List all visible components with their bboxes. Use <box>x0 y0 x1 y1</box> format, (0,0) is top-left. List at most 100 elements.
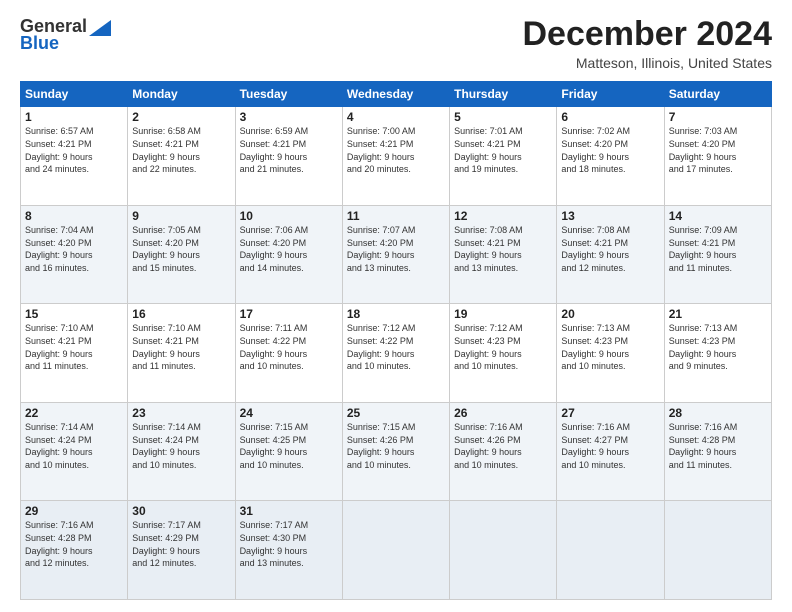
calendar-day-cell <box>342 501 449 600</box>
day-number: 29 <box>25 504 123 518</box>
calendar-week-row: 15Sunrise: 7:10 AMSunset: 4:21 PMDayligh… <box>21 304 772 403</box>
day-info: Sunrise: 7:16 AMSunset: 4:26 PMDaylight:… <box>454 422 523 470</box>
day-number: 7 <box>669 110 767 124</box>
location: Matteson, Illinois, United States <box>522 55 772 71</box>
day-number: 3 <box>240 110 338 124</box>
day-info: Sunrise: 7:07 AMSunset: 4:20 PMDaylight:… <box>347 225 416 273</box>
day-number: 23 <box>132 406 230 420</box>
day-number: 2 <box>132 110 230 124</box>
calendar-week-row: 22 Sunrise: 7:14 AMSunset: 4:24 PMDayligh… <box>21 402 772 501</box>
day-info: Sunrise: 7:04 AMSunset: 4:20 PMDaylight:… <box>25 225 94 273</box>
calendar-day-cell: 22 Sunrise: 7:14 AMSunset: 4:24 PMDayligh… <box>21 402 128 501</box>
day-number: 6 <box>561 110 659 124</box>
calendar-day-cell: 29 Sunrise: 7:16 AMSunset: 4:28 PMDayligh… <box>21 501 128 600</box>
day-info: Sunrise: 7:16 AMSunset: 4:28 PMDaylight:… <box>669 422 738 470</box>
day-info: Sunrise: 7:05 AMSunset: 4:20 PMDaylight:… <box>132 225 201 273</box>
calendar-day-cell: 12 Sunrise: 7:08 AMSunset: 4:21 PMDayligh… <box>450 205 557 304</box>
month-title: December 2024 <box>522 16 772 53</box>
day-number: 8 <box>25 209 123 223</box>
day-number: 20 <box>561 307 659 321</box>
calendar-day-cell: 11 Sunrise: 7:07 AMSunset: 4:20 PMDayligh… <box>342 205 449 304</box>
calendar-header-tuesday: Tuesday <box>235 82 342 107</box>
calendar-week-row: 29 Sunrise: 7:16 AMSunset: 4:28 PMDayligh… <box>21 501 772 600</box>
day-number: 9 <box>132 209 230 223</box>
calendar-day-cell: 30 Sunrise: 7:17 AMSunset: 4:29 PMDayligh… <box>128 501 235 600</box>
calendar-day-cell: 28 Sunrise: 7:16 AMSunset: 4:28 PMDayligh… <box>664 402 771 501</box>
calendar-header-saturday: Saturday <box>664 82 771 107</box>
calendar-day-cell: 19 Sunrise: 7:12 AMSunset: 4:23 PMDayligh… <box>450 304 557 403</box>
page: General Blue December 2024 Matteson, Ill… <box>0 0 792 612</box>
calendar-header-sunday: Sunday <box>21 82 128 107</box>
calendar-day-cell: 17 Sunrise: 7:11 AMSunset: 4:22 PMDayligh… <box>235 304 342 403</box>
day-info: Sunrise: 7:13 AMSunset: 4:23 PMDaylight:… <box>669 323 738 371</box>
day-number: 5 <box>454 110 552 124</box>
day-info: Sunrise: 7:09 AMSunset: 4:21 PMDaylight:… <box>669 225 738 273</box>
day-info: Sunrise: 7:06 AMSunset: 4:20 PMDaylight:… <box>240 225 309 273</box>
day-number: 12 <box>454 209 552 223</box>
calendar-day-cell: 20Sunrise: 7:13 AMSunset: 4:23 PMDayligh… <box>557 304 664 403</box>
day-info: Sunrise: 7:12 AMSunset: 4:22 PMDaylight:… <box>347 323 416 371</box>
day-number: 19 <box>454 307 552 321</box>
day-info: Sunrise: 7:15 AMSunset: 4:25 PMDaylight:… <box>240 422 309 470</box>
day-info: Sunrise: 7:14 AMSunset: 4:24 PMDaylight:… <box>132 422 201 470</box>
day-info: Sunrise: 7:17 AMSunset: 4:29 PMDaylight:… <box>132 520 201 568</box>
calendar-day-cell: 14 Sunrise: 7:09 AMSunset: 4:21 PMDayligh… <box>664 205 771 304</box>
calendar-day-cell: 9 Sunrise: 7:05 AMSunset: 4:20 PMDaylight… <box>128 205 235 304</box>
calendar-header-row: SundayMondayTuesdayWednesdayThursdayFrid… <box>21 82 772 107</box>
day-number: 18 <box>347 307 445 321</box>
calendar-header-friday: Friday <box>557 82 664 107</box>
calendar-day-cell: 21 Sunrise: 7:13 AMSunset: 4:23 PMDayligh… <box>664 304 771 403</box>
day-info: Sunrise: 6:58 AMSunset: 4:21 PMDaylight:… <box>132 126 201 174</box>
day-info: Sunrise: 7:11 AMSunset: 4:22 PMDaylight:… <box>240 323 308 371</box>
calendar-day-cell: 10 Sunrise: 7:06 AMSunset: 4:20 PMDayligh… <box>235 205 342 304</box>
day-number: 10 <box>240 209 338 223</box>
day-number: 27 <box>561 406 659 420</box>
day-info: Sunrise: 7:08 AMSunset: 4:21 PMDaylight:… <box>454 225 523 273</box>
calendar-day-cell: 4Sunrise: 7:00 AMSunset: 4:21 PMDaylight… <box>342 107 449 206</box>
calendar-day-cell: 24 Sunrise: 7:15 AMSunset: 4:25 PMDayligh… <box>235 402 342 501</box>
day-info: Sunrise: 7:12 AMSunset: 4:23 PMDaylight:… <box>454 323 523 371</box>
logo: General Blue <box>20 16 111 54</box>
day-info: Sunrise: 7:15 AMSunset: 4:26 PMDaylight:… <box>347 422 416 470</box>
day-info: Sunrise: 6:57 AMSunset: 4:21 PMDaylight:… <box>25 126 94 174</box>
day-number: 30 <box>132 504 230 518</box>
calendar-day-cell: 15Sunrise: 7:10 AMSunset: 4:21 PMDayligh… <box>21 304 128 403</box>
day-number: 17 <box>240 307 338 321</box>
calendar-day-cell: 27 Sunrise: 7:16 AMSunset: 4:27 PMDayligh… <box>557 402 664 501</box>
title-block: December 2024 Matteson, Illinois, United… <box>522 16 772 71</box>
day-info: Sunrise: 7:03 AMSunset: 4:20 PMDaylight:… <box>669 126 738 174</box>
calendar-day-cell: 1 Sunrise: 6:57 AMSunset: 4:21 PMDaylight… <box>21 107 128 206</box>
day-number: 28 <box>669 406 767 420</box>
day-number: 11 <box>347 209 445 223</box>
day-number: 26 <box>454 406 552 420</box>
day-info: Sunrise: 7:14 AMSunset: 4:24 PMDaylight:… <box>25 422 94 470</box>
day-info: Sunrise: 7:16 AMSunset: 4:28 PMDaylight:… <box>25 520 94 568</box>
day-number: 21 <box>669 307 767 321</box>
calendar-header-monday: Monday <box>128 82 235 107</box>
logo-blue-text: Blue <box>20 33 59 54</box>
day-number: 31 <box>240 504 338 518</box>
day-number: 24 <box>240 406 338 420</box>
calendar-day-cell: 18 Sunrise: 7:12 AMSunset: 4:22 PMDayligh… <box>342 304 449 403</box>
calendar-day-cell: 7 Sunrise: 7:03 AMSunset: 4:20 PMDaylight… <box>664 107 771 206</box>
calendar-week-row: 1 Sunrise: 6:57 AMSunset: 4:21 PMDaylight… <box>21 107 772 206</box>
day-number: 14 <box>669 209 767 223</box>
calendar-day-cell: 2 Sunrise: 6:58 AMSunset: 4:21 PMDaylight… <box>128 107 235 206</box>
calendar-day-cell: 8 Sunrise: 7:04 AMSunset: 4:20 PMDaylight… <box>21 205 128 304</box>
header: General Blue December 2024 Matteson, Ill… <box>20 16 772 71</box>
day-number: 4 <box>347 110 445 124</box>
calendar-day-cell <box>664 501 771 600</box>
day-info: Sunrise: 7:02 AMSunset: 4:20 PMDaylight:… <box>561 126 630 174</box>
calendar-day-cell: 16 Sunrise: 7:10 AMSunset: 4:21 PMDayligh… <box>128 304 235 403</box>
day-number: 25 <box>347 406 445 420</box>
day-number: 1 <box>25 110 123 124</box>
day-info: Sunrise: 7:16 AMSunset: 4:27 PMDaylight:… <box>561 422 630 470</box>
day-number: 22 <box>25 406 123 420</box>
day-info: Sunrise: 7:17 AMSunset: 4:30 PMDaylight:… <box>240 520 309 568</box>
calendar-day-cell: 31 Sunrise: 7:17 AMSunset: 4:30 PMDayligh… <box>235 501 342 600</box>
day-number: 16 <box>132 307 230 321</box>
day-info: Sunrise: 7:08 AMSunset: 4:21 PMDaylight:… <box>561 225 630 273</box>
day-info: Sunrise: 7:10 AMSunset: 4:21 PMDaylight:… <box>132 323 201 371</box>
day-number: 13 <box>561 209 659 223</box>
calendar-day-cell: 6 Sunrise: 7:02 AMSunset: 4:20 PMDaylight… <box>557 107 664 206</box>
